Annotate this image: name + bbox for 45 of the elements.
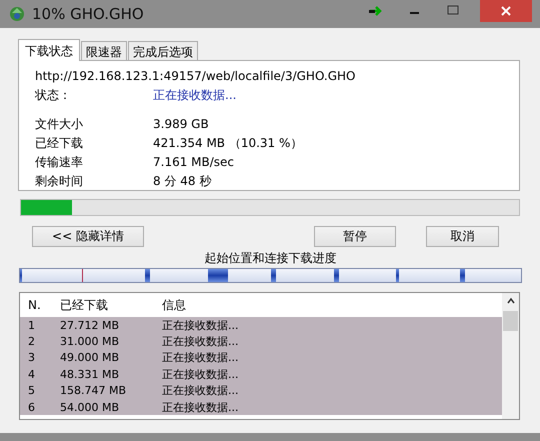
table-cell-text: 6 (28, 400, 36, 414)
table-cell-text: 48.331 MB (60, 368, 120, 381)
field-label: 已经下载 (35, 136, 84, 151)
table-cell-text: 正在接收数据... (162, 366, 240, 382)
field-label: 剩余时间 (35, 174, 84, 189)
window-title: 10% GHO.GHO (32, 5, 144, 23)
table-cell-text: 正在接收数据... (162, 400, 240, 415)
pause-button[interactable]: 暂停 (314, 226, 396, 247)
table-cell-text: 27.712 MB (60, 318, 120, 332)
column-header[interactable]: 信息 (162, 296, 502, 314)
cancel-button[interactable]: 取消 (426, 226, 499, 247)
table-cell-text: 3 (28, 351, 36, 364)
table-cell-text: 2 (28, 335, 36, 348)
field-value: 8 分 48 秒 (153, 174, 212, 189)
table-cell-text: 正在接收数据... (162, 318, 240, 333)
tab[interactable]: 下载状态 (18, 39, 80, 61)
table-cell-text: 4 (28, 368, 36, 381)
column-header[interactable]: N. (28, 298, 60, 312)
url-text: http://192.168.123.1:49157/web/localfile/3/GHO.GHO (35, 69, 356, 83)
table-cell-text: 49.000 MB (60, 351, 120, 364)
hide-details-button[interactable]: << 隐藏详情 (32, 226, 144, 247)
column-header[interactable]: 已经下载 (60, 296, 162, 314)
field-value: 421.354 MB （10.31 %） (153, 136, 304, 151)
table-cell-text: 158.747 MB (60, 384, 128, 398)
status-label: 状态： (35, 88, 72, 103)
tab[interactable]: 限速器 (81, 41, 127, 60)
field-value: 3.989 GB (153, 117, 210, 132)
status-value: 正在接收数据... (153, 88, 238, 103)
tab[interactable]: 完成后选项 (128, 41, 198, 60)
app-icon (8, 5, 26, 23)
scroll-thumb[interactable] (503, 311, 518, 331)
field-label: 传输速率 (35, 155, 84, 170)
table-cell-text: 31.000 MB (60, 335, 120, 348)
field-label: 文件大小 (35, 117, 84, 132)
table-cell-text: 54.000 MB (60, 400, 120, 414)
table-cell-text: 正在接收数据... (162, 383, 240, 398)
table-cell-text: 正在接收数据... (162, 350, 240, 366)
scrollbar[interactable] (502, 293, 519, 419)
close-button[interactable] (480, 0, 532, 22)
close-icon (501, 6, 511, 16)
table-cell-text: 5 (28, 384, 36, 398)
segments-title: 起始位置和连接下载进度 (204, 251, 338, 266)
field-value: 7.161 MB/sec (153, 155, 236, 170)
table-cell-text: 正在接收数据... (162, 334, 240, 350)
table-cell-text: 1 (28, 318, 36, 332)
